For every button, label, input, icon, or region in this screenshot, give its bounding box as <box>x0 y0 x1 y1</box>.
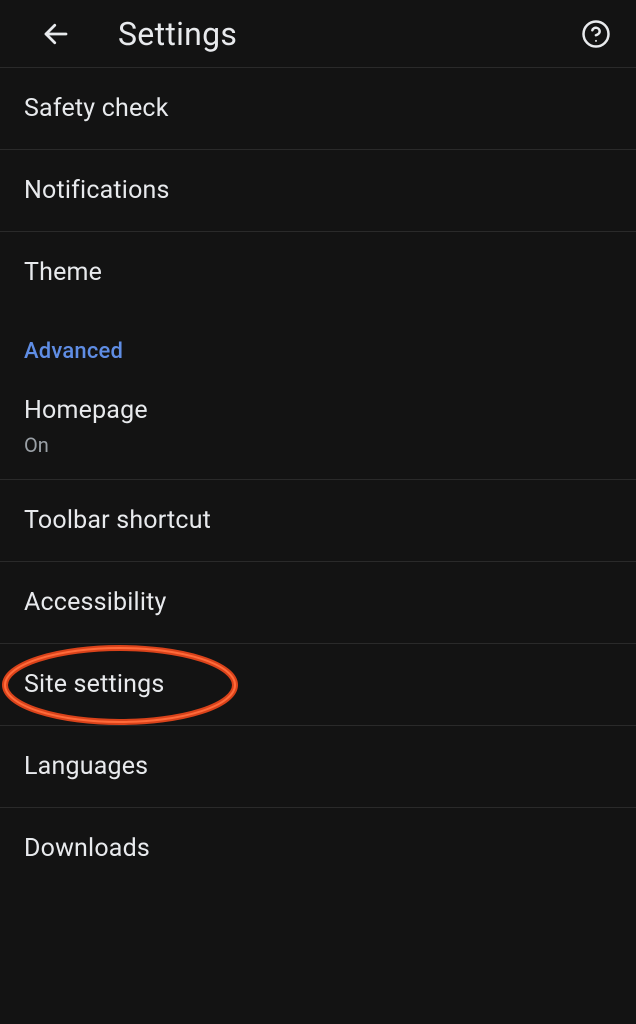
page-title: Settings <box>118 15 237 53</box>
setting-item-safety-check[interactable]: Safety check <box>0 68 636 150</box>
help-icon <box>581 19 611 49</box>
setting-item-toolbar-shortcut[interactable]: Toolbar shortcut <box>0 480 636 562</box>
setting-item-site-settings[interactable]: Site settings <box>0 644 636 726</box>
setting-item-label: Theme <box>24 258 612 287</box>
setting-item-notifications[interactable]: Notifications <box>0 150 636 232</box>
setting-item-label: Accessibility <box>24 588 612 617</box>
setting-item-accessibility[interactable]: Accessibility <box>0 562 636 644</box>
settings-list: Safety check Notifications Theme Advance… <box>0 68 636 889</box>
setting-item-theme[interactable]: Theme <box>0 232 636 313</box>
setting-item-label: Homepage <box>24 396 612 425</box>
setting-item-label: Toolbar shortcut <box>24 506 612 535</box>
setting-item-label: Downloads <box>24 834 612 863</box>
help-button[interactable] <box>576 14 616 54</box>
setting-item-homepage[interactable]: Homepage On <box>0 378 636 480</box>
setting-item-downloads[interactable]: Downloads <box>0 808 636 889</box>
back-button[interactable] <box>36 14 76 54</box>
setting-item-label: Site settings <box>24 670 612 699</box>
setting-item-label: Languages <box>24 752 612 781</box>
header: Settings <box>0 0 636 68</box>
arrow-left-icon <box>41 19 71 49</box>
section-header-advanced: Advanced <box>0 313 636 378</box>
setting-item-subtitle: On <box>24 433 612 457</box>
setting-item-label: Safety check <box>24 94 612 123</box>
setting-item-label: Notifications <box>24 176 612 205</box>
setting-item-languages[interactable]: Languages <box>0 726 636 808</box>
